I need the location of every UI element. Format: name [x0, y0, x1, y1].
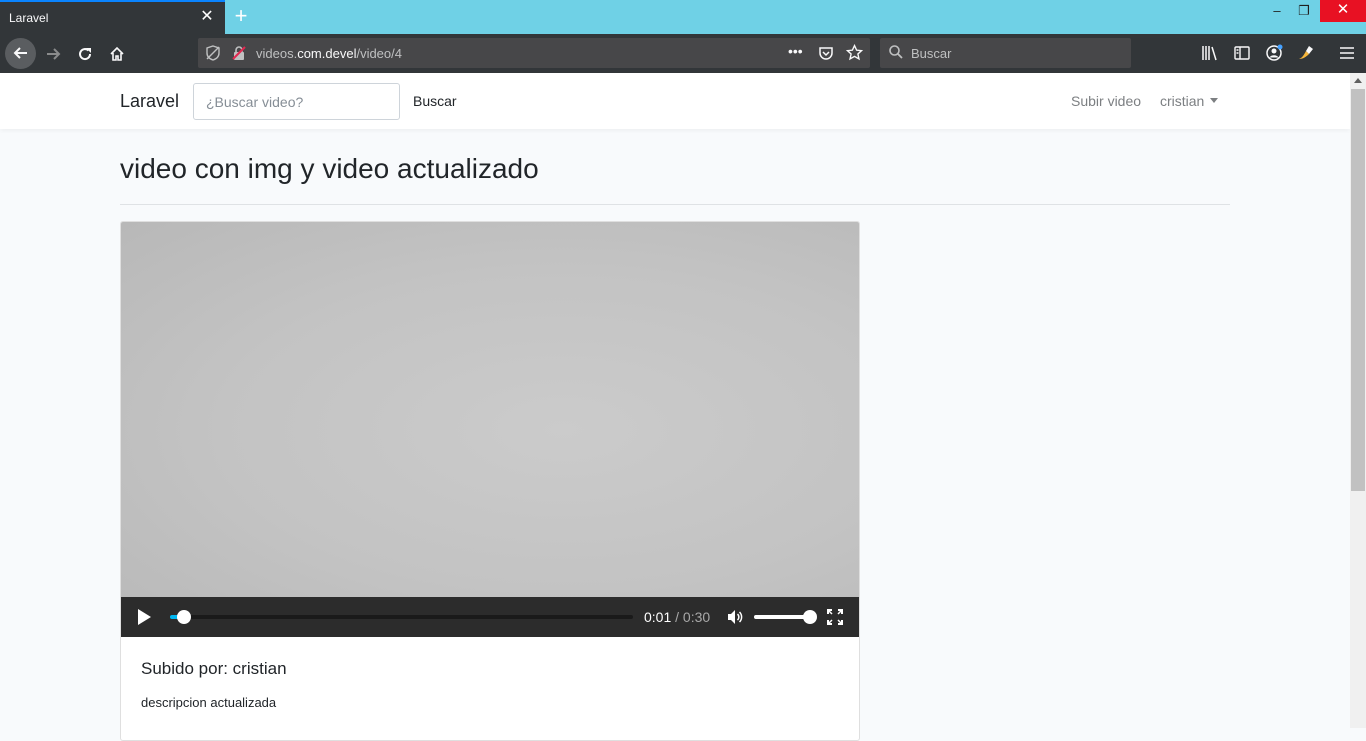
upload-video-link[interactable]: Subir video: [1071, 93, 1141, 109]
browser-tab[interactable]: Laravel ✕: [0, 0, 225, 34]
bookmark-star-icon[interactable]: [845, 43, 864, 66]
search-button[interactable]: Buscar: [413, 93, 457, 109]
uploaded-by: Subido por: cristian: [141, 659, 287, 678]
browser-toolbar: videos.com.devel/video/4 ••• Buscar: [0, 34, 1366, 73]
url-text[interactable]: videos.com.devel/video/4: [256, 46, 402, 61]
tab-strip: Laravel ✕ + – ❐ ✕: [0, 0, 1366, 34]
tab-title: Laravel: [9, 11, 49, 25]
menu-icon[interactable]: [1339, 45, 1355, 66]
divider: [120, 204, 1230, 205]
video-player[interactable]: 0:01 / 0:30: [121, 222, 859, 637]
home-icon[interactable]: [103, 40, 131, 68]
video-description: descripcion actualizada: [141, 695, 277, 710]
site-navbar: Laravel Buscar Subir video cristian: [0, 73, 1350, 129]
forward-icon[interactable]: [39, 40, 67, 68]
tab-close-icon[interactable]: ✕: [199, 9, 215, 25]
seek-handle[interactable]: [176, 610, 191, 624]
seek-bar[interactable]: [170, 610, 633, 624]
scroll-up-icon[interactable]: [1354, 78, 1362, 83]
time-separator: /: [671, 609, 683, 625]
volume-slider[interactable]: [754, 610, 817, 624]
page-title: video con img y video actualizado: [120, 153, 539, 184]
duration: 0:30: [682, 609, 711, 625]
chevron-down-icon: [1210, 98, 1219, 103]
browser-search-placeholder: Buscar: [911, 46, 952, 61]
volume-icon[interactable]: [726, 608, 744, 631]
user-name: cristian: [1160, 93, 1205, 109]
search-icon: [888, 44, 904, 65]
back-icon[interactable]: [5, 38, 36, 69]
reload-icon[interactable]: [71, 40, 99, 68]
scrollbar-thumb[interactable]: [1351, 89, 1365, 491]
user-menu-dropdown[interactable]: cristian: [1160, 93, 1219, 109]
window-close-icon[interactable]: ✕: [1320, 0, 1366, 22]
video-card: 0:01 / 0:30 Subido por: cristian descrip…: [120, 221, 860, 741]
volume-level: [754, 615, 810, 619]
page-scrollbar[interactable]: [1350, 73, 1366, 728]
browser-search-bar[interactable]: Buscar: [880, 38, 1131, 68]
sidebar-icon[interactable]: [1234, 45, 1250, 66]
new-tab-icon[interactable]: +: [230, 4, 252, 28]
play-icon[interactable]: [138, 609, 151, 625]
account-icon[interactable]: [1266, 44, 1284, 67]
library-icon[interactable]: [1201, 45, 1219, 66]
video-controls: 0:01 / 0:30: [121, 597, 859, 637]
pocket-icon[interactable]: [818, 45, 834, 66]
web-page: Laravel Buscar Subir video cristian vide…: [0, 73, 1350, 741]
minimize-icon[interactable]: –: [1262, 2, 1292, 22]
current-time: 0:01: [644, 609, 672, 625]
extension-icon[interactable]: [1297, 44, 1315, 67]
insecure-lock-icon[interactable]: [231, 45, 247, 66]
site-brand[interactable]: Laravel: [120, 91, 179, 112]
page-actions-icon[interactable]: •••: [788, 43, 803, 59]
url-bar[interactable]: videos.com.devel/video/4 •••: [198, 38, 870, 68]
fullscreen-icon[interactable]: [827, 609, 843, 630]
volume-handle[interactable]: [803, 610, 817, 624]
time-display: 0:01 / 0:30: [644, 609, 710, 625]
video-search-input[interactable]: [193, 83, 400, 120]
tracking-shield-icon[interactable]: [205, 45, 221, 66]
restore-icon[interactable]: ❐: [1289, 2, 1319, 22]
